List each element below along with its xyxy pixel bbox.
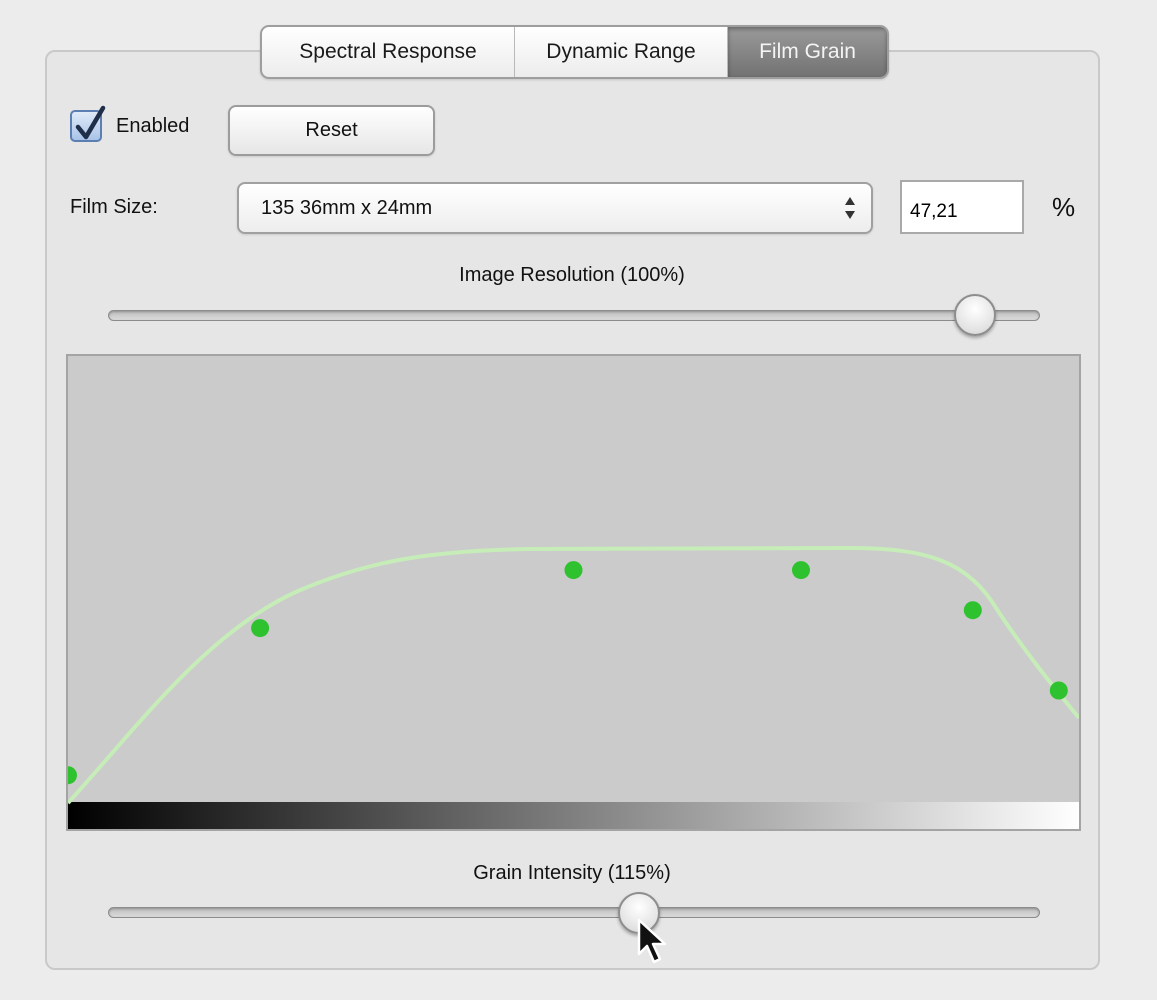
film-size-selected-value: 135 36mm x 24mm [261,196,433,219]
image-resolution-label: Image Resolution (100%) [459,264,685,286]
tab-bar: Spectral Response Dynamic Range Film Gra… [260,25,889,79]
film-size-label: Film Size: [70,196,158,218]
curve-control-point[interactable] [792,561,810,580]
mouse-pointer-icon [637,918,667,964]
enabled-label: Enabled [116,114,190,137]
tab-spectral-response[interactable]: Spectral Response [262,27,514,77]
grain-curve-line [68,545,1079,805]
image-resolution-slider-track[interactable] [108,310,1040,321]
reset-button[interactable]: Reset [228,105,435,156]
grain-intensity-label: Grain Intensity (115%) [473,862,671,884]
grain-intensity-slider-track[interactable] [108,907,1040,918]
image-resolution-slider-knob[interactable] [953,294,996,336]
curve-control-point[interactable] [68,766,77,785]
enabled-checkbox-group[interactable]: Enabled [70,105,190,142]
film-size-select[interactable]: 135 36mm x 24mm [237,182,873,234]
curve-control-point[interactable] [251,619,270,638]
film-size-percent-input[interactable] [900,180,1024,234]
grain-curve-graph [68,545,1079,829]
grain-curve-editor[interactable] [66,354,1081,831]
curve-control-point[interactable] [1049,681,1068,700]
enabled-checkbox[interactable] [70,105,106,142]
curve-control-point[interactable] [963,601,982,620]
curve-control-point[interactable] [564,561,583,580]
checkmark-icon [75,105,106,140]
tab-film-grain[interactable]: Film Grain [727,27,887,77]
tone-gradient-bar [68,802,1079,829]
percent-unit-label: % [1052,192,1076,222]
tab-dynamic-range[interactable]: Dynamic Range [514,27,727,77]
updown-arrows-icon [845,197,855,219]
